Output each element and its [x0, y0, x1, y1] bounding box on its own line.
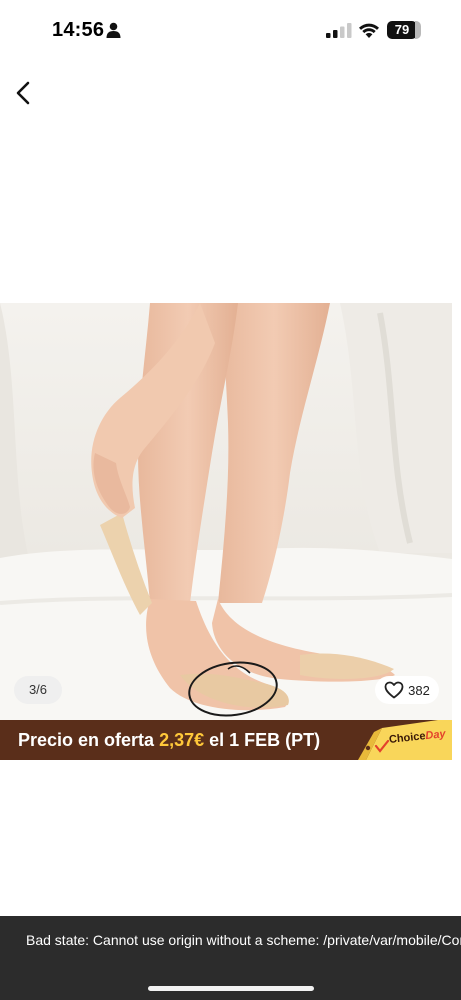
status-time: 14:56: [52, 19, 105, 41]
heart-outline-icon: [384, 681, 404, 699]
cellular-signal-icon: [326, 23, 352, 38]
product-photo[interactable]: [0, 303, 452, 720]
sale-prefix: Precio en oferta: [18, 730, 155, 750]
wifi-icon: [359, 23, 379, 38]
product-photo-illustration: [0, 303, 452, 720]
likes-count: 382: [408, 682, 430, 698]
person-icon: [106, 22, 121, 38]
battery-level: 79: [394, 22, 410, 37]
choice-day-text: Day: [424, 728, 447, 743]
battery-indicator: 79: [387, 21, 421, 39]
back-chevron-icon[interactable]: [10, 78, 38, 108]
home-indicator[interactable]: [148, 986, 314, 991]
product-detail-screen: 14:56 79 3/6 382 Precio en oferta 2,37€ …: [0, 0, 461, 1000]
sale-price-banner[interactable]: Precio en oferta 2,37€ el 1 FEB (PT): [0, 720, 452, 760]
status-bar: 14:56 79: [0, 0, 461, 62]
image-counter: 3/6: [14, 676, 62, 704]
wishlist-button[interactable]: 382: [375, 676, 439, 704]
error-message: Bad state: Cannot use origin without a s…: [26, 932, 461, 948]
sale-date: el 1 FEB (PT): [209, 730, 321, 750]
sale-text: Precio en oferta 2,37€ el 1 FEB (PT): [18, 730, 320, 751]
sale-price: 2,37€: [159, 730, 205, 750]
